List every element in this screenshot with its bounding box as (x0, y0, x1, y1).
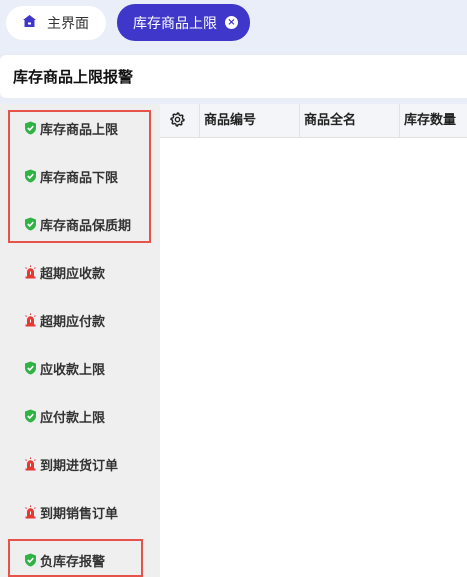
sidebar-item-label: 库存商品下限 (40, 170, 119, 186)
sidebar-item-overdue-payables[interactable]: 超期应付款 (24, 310, 105, 330)
shield-check-icon (24, 169, 37, 183)
alarm-icon (24, 457, 37, 471)
alarm-icon (24, 505, 37, 519)
sidebar: 库存商品上限 库存商品下限 库存商品保质期 超期应收款 超期应付款 应收款上限 (0, 104, 160, 577)
data-table: 商品编号 商品全名 库存数量 (160, 104, 467, 577)
shield-check-icon (24, 361, 37, 375)
sidebar-item-payables-limit[interactable]: 应付款上限 (24, 406, 105, 426)
page-title: 库存商品上限报警 (0, 55, 467, 98)
table-header: 商品编号 商品全名 库存数量 (160, 104, 467, 138)
sidebar-item-inventory-upper-limit[interactable]: 库存商品上限 (24, 118, 118, 138)
gear-icon[interactable] (170, 112, 185, 131)
sidebar-item-label: 库存商品保质期 (40, 218, 132, 234)
sidebar-item-label: 库存商品上限 (40, 122, 119, 138)
close-icon[interactable]: × (225, 16, 238, 29)
column-header-product-name[interactable]: 商品全名 (299, 104, 399, 137)
tab-active-label: 库存商品上限 (133, 15, 217, 32)
sidebar-item-label: 到期进货订单 (40, 458, 119, 474)
alarm-icon (24, 265, 37, 279)
tab-home-label: 主界面 (47, 16, 89, 32)
alarm-icon (24, 313, 37, 327)
tab-inventory-upper-limit[interactable]: 库存商品上限 × (117, 4, 250, 41)
sidebar-item-label: 超期应收款 (40, 266, 106, 282)
tab-home[interactable]: 主界面 (6, 6, 106, 40)
sidebar-item-label: 超期应付款 (40, 314, 106, 330)
sidebar-item-label: 应付款上限 (40, 410, 106, 426)
column-header-product-code[interactable]: 商品编号 (199, 104, 299, 137)
shield-check-icon (24, 553, 37, 567)
shield-check-icon (24, 217, 37, 231)
home-icon (22, 14, 37, 32)
shield-check-icon (24, 409, 37, 423)
sidebar-item-due-sales-orders[interactable]: 到期销售订单 (24, 502, 118, 522)
sidebar-item-receivables-limit[interactable]: 应收款上限 (24, 358, 105, 378)
sidebar-item-overdue-receivables[interactable]: 超期应收款 (24, 262, 105, 282)
sidebar-item-inventory-lower-limit[interactable]: 库存商品下限 (24, 166, 118, 186)
shield-check-icon (24, 121, 37, 135)
sidebar-item-due-purchase-orders[interactable]: 到期进货订单 (24, 454, 118, 474)
column-header-stock-quantity[interactable]: 库存数量 (399, 104, 467, 137)
sidebar-item-label: 应收款上限 (40, 362, 106, 378)
sidebar-item-label: 到期销售订单 (40, 506, 119, 522)
sidebar-item-label: 负库存报警 (40, 554, 106, 570)
sidebar-item-negative-inventory[interactable]: 负库存报警 (24, 550, 105, 570)
sidebar-item-inventory-shelf-life[interactable]: 库存商品保质期 (24, 214, 131, 234)
tab-bar: 主界面 库存商品上限 × (0, 0, 467, 52)
